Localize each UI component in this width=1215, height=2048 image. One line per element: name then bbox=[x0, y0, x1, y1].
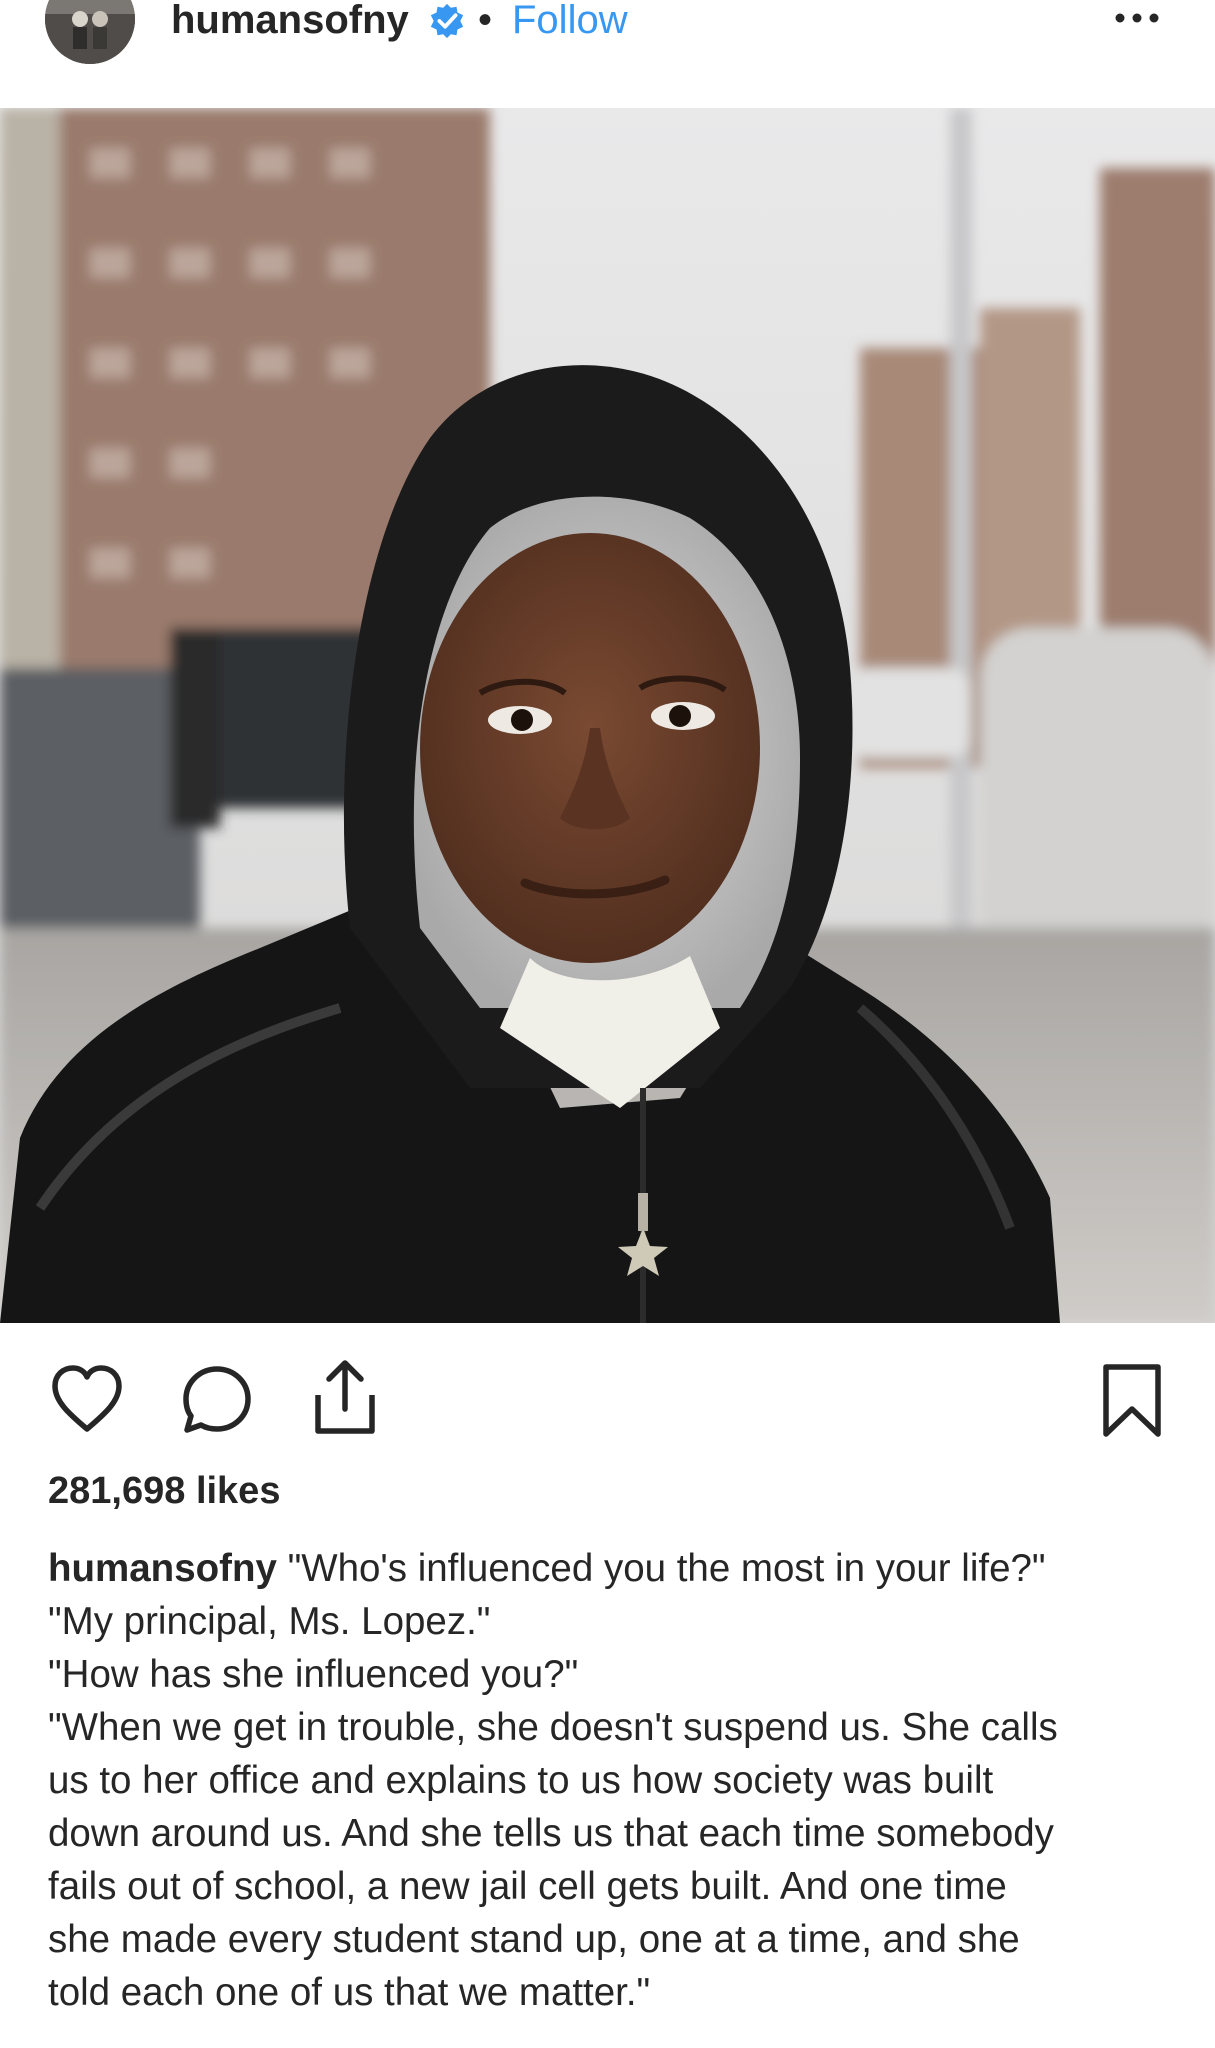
caption-line-5: us to her office and explains to us how … bbox=[48, 1759, 994, 1802]
caption-username[interactable]: humansofny bbox=[48, 1547, 277, 1590]
avatar[interactable] bbox=[45, 0, 135, 64]
caption-line-2: "My principal, Ms. Lopez." bbox=[48, 1600, 491, 1643]
caption-line-9: told each one of us that we matter." bbox=[48, 1971, 651, 2014]
heart-icon[interactable] bbox=[50, 1363, 124, 1437]
separator-dot: • bbox=[478, 0, 493, 42]
action-bar bbox=[0, 1323, 1215, 1463]
post-header: humansofny • Follow bbox=[0, 0, 1215, 109]
caption-line-1: humansofny "Who's influenced you the mos… bbox=[48, 1547, 1046, 1590]
caption-line-4: "When we get in trouble, she doesn't sus… bbox=[48, 1706, 1058, 1749]
caption-line-6: down around us. And she tells us that ea… bbox=[48, 1812, 1054, 1855]
likes-label: likes bbox=[195, 1470, 281, 1512]
caption-line-3: "How has she influenced you?" bbox=[48, 1653, 579, 1696]
caption-line-7: fails out of school, a new jail cell get… bbox=[48, 1865, 1007, 1908]
likes-number: 281,698 bbox=[48, 1470, 186, 1512]
post-photo[interactable] bbox=[0, 108, 1215, 1323]
caption-line-8: she made every student stand up, one at … bbox=[48, 1918, 1020, 1961]
username-link[interactable]: humansofny bbox=[171, 0, 409, 40]
caption: humansofny "Who's influenced you the mos… bbox=[48, 1542, 1178, 2019]
comment-icon[interactable] bbox=[180, 1363, 254, 1437]
likes-count[interactable]: 281,698 likes bbox=[48, 1468, 280, 1514]
follow-button[interactable]: Follow bbox=[512, 0, 628, 40]
bookmark-icon[interactable] bbox=[1100, 1363, 1164, 1439]
share-icon[interactable] bbox=[308, 1359, 382, 1437]
more-options-icon[interactable] bbox=[1112, 8, 1162, 28]
verified-badge-icon bbox=[430, 3, 464, 39]
